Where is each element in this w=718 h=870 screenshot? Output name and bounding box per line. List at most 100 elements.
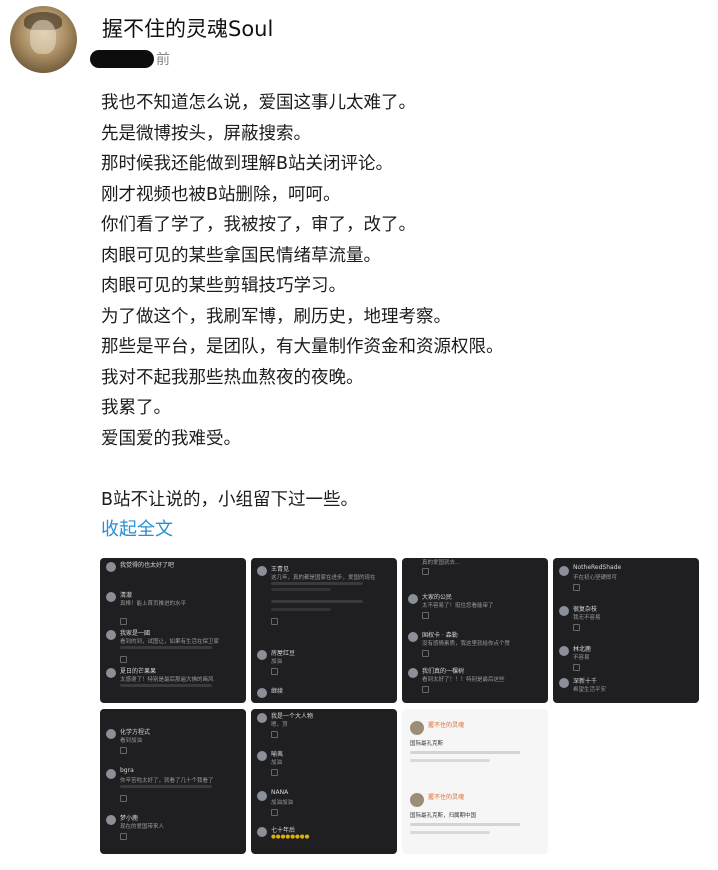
- username[interactable]: 握不住的灵魂Soul: [102, 13, 273, 43]
- comment-text: 加油: [271, 760, 283, 766]
- comment-text: 你辛苦啦太好了，就看了几十个我看了: [120, 778, 214, 784]
- post-time: 前: [90, 49, 170, 69]
- post-author: 握不住的灵魂: [428, 722, 465, 729]
- text-line: [410, 831, 490, 834]
- commenter-name: 很复杂枝: [573, 606, 598, 613]
- comment: NotheRedShade 不在初心坚硬即可: [559, 564, 693, 598]
- text-line: [120, 684, 212, 687]
- post-line: 你们看了学了，我被按了，审了，改了。: [101, 215, 416, 235]
- redacted-time: [90, 50, 154, 68]
- post-line: 我累了。: [101, 398, 171, 418]
- comment: 我们真的一棵树 看到太好了！！！特别是最后这些: [408, 666, 542, 700]
- embedded-post: 握不住的灵魂国际最孔克斯: [408, 717, 542, 783]
- comment: 王青见这几年，真的都是国家在进步，爱国的现在: [257, 564, 391, 630]
- comment-text: 现在的爱国带来人: [120, 824, 165, 830]
- commenter-avatar: [408, 594, 418, 604]
- commenter-name: bgra: [120, 767, 134, 774]
- commenter-avatar: [106, 729, 116, 739]
- post-line: 我对不起我那些热血熬夜的夜晚。: [101, 367, 364, 388]
- like-icon: [422, 650, 429, 657]
- like-icon: [422, 612, 429, 619]
- comment-text: 我无不容易: [573, 615, 601, 621]
- like-icon: [422, 686, 429, 693]
- avatar[interactable]: [10, 6, 77, 73]
- comment: 房屋红豆 加油: [257, 648, 391, 682]
- comment-screenshot-image[interactable]: 真的爱国就去... 大家的公民 太不容易了！挺住您看能审了 国权卡 · 森勒 没有感…: [402, 558, 548, 703]
- text-line: [410, 751, 520, 754]
- comment: 我是一个大人物 嗯，顶: [257, 711, 391, 745]
- like-icon: [271, 731, 278, 738]
- commenter-name: 王青见: [271, 566, 290, 573]
- commenter-name: 林北鹿: [573, 646, 592, 653]
- commenter-avatar: [106, 769, 116, 779]
- post-line: 我也不知道怎么说，爱国这事儿太难了。: [101, 93, 416, 113]
- like-icon: [120, 833, 127, 840]
- like-icon: [120, 618, 127, 625]
- comment-screenshot-image[interactable]: 我是一个大人物 嗯，顶 喻夷 加油 NANA 加油加油 七十年后 ●●●●●●●●: [251, 709, 397, 854]
- comment-screenshot-image[interactable]: 化学方程式 看到加油 bgra 你辛苦啦太好了，就看了几十个我看了 梦小鹿 现在的爱国…: [100, 709, 246, 854]
- comment-screenshot-image[interactable]: 王青见这几年，真的都是国家在进步，爱国的现在 房屋红豆 加油 继续: [251, 558, 397, 703]
- text-line: [271, 588, 331, 591]
- commenter-name: 化学方程式: [120, 729, 151, 736]
- commenter-avatar: [106, 815, 116, 825]
- post-line: 为了做这个，我刷军博，刷历史，地理考察。: [101, 306, 451, 327]
- comment-text: 太不容易了！挺住您看能审了: [422, 603, 494, 609]
- post-text: 国际最孔克斯: [410, 741, 444, 747]
- commenter-name: 清澈: [120, 592, 133, 599]
- post-line: 那时候我还能做到理解B站关闭评论。: [101, 154, 394, 174]
- comment: 七十年后 ●●●●●●●●: [257, 825, 391, 854]
- commenter-avatar: [559, 646, 569, 656]
- commenter-avatar: [106, 562, 116, 572]
- commenter-avatar: [257, 566, 267, 576]
- post-line: 那些是平台，是团队，有大量制作资金和资源权限。: [101, 337, 504, 357]
- text-line: [271, 582, 363, 585]
- like-icon: [271, 618, 278, 625]
- post-screenshot-image[interactable]: 握不住的灵魂国际最孔克斯 握不住的灵魂国际最孔克斯，归属期中国: [402, 709, 548, 854]
- post-line: 肉眼可见的某些剪辑技巧学习。: [101, 276, 346, 296]
- collapse-text-link[interactable]: 收起全文: [101, 515, 701, 545]
- commenter-name: 七十年后: [271, 827, 296, 834]
- commenter-avatar: [559, 606, 569, 616]
- like-icon: [120, 747, 127, 754]
- commenter-avatar: [257, 751, 267, 761]
- comment-text: 太感谢了！特别是最后那遍大佛的画风: [120, 677, 214, 683]
- commenter-avatar: [408, 668, 418, 678]
- comment-text: 加油加油: [271, 800, 294, 806]
- commenter-name: 我们真的一棵树: [422, 668, 465, 675]
- comment-text: 没有感情素质，我这里就给你点个赞: [422, 641, 511, 647]
- post-avatar: [410, 793, 424, 807]
- comment: 化学方程式 看到加油: [106, 727, 240, 761]
- commenter-avatar: [257, 650, 267, 660]
- comment: 继续: [257, 686, 391, 703]
- text-line: [271, 608, 331, 611]
- comment: 真的爱国就去...: [408, 558, 542, 592]
- comment-text: 真的爱国就去...: [422, 560, 461, 566]
- post-line: 先是微博按头，屏蔽搜索。: [101, 123, 311, 144]
- commenter-avatar: [559, 566, 569, 576]
- comment-text: 不容易: [573, 655, 590, 661]
- comment: NANA 加油加油: [257, 789, 391, 823]
- post-line: 爱国爱的我难受。: [101, 428, 241, 449]
- commenter-name: NANA: [271, 789, 289, 796]
- comment-text: 这几年，真的都是国家在进步，爱国的现在: [271, 575, 376, 581]
- comment-screenshot-image[interactable]: 我觉得的也太好了吧 清澈 真棒！能上首页推进的水平 我家是一國 看到的到，试图让，如…: [100, 558, 246, 703]
- text-line: [410, 823, 520, 826]
- commenter-name: 我觉得的也太好了吧: [120, 562, 175, 569]
- comment: 深新十千 希望生活平安: [559, 676, 693, 703]
- post-text: 国际最孔克斯，归属期中国: [410, 813, 477, 819]
- like-icon: [573, 624, 580, 631]
- like-icon: [573, 584, 580, 591]
- commenter-avatar: [408, 632, 418, 642]
- comment: 我觉得的也太好了吧: [106, 560, 240, 594]
- comment-screenshot-image[interactable]: NotheRedShade 不在初心坚硬即可 很复杂枝我无不容易 林北鹿不容易 深…: [553, 558, 699, 703]
- commenter-name: 我家是一國: [120, 630, 151, 637]
- post-line: 肉眼可见的某些拿国民情绪草流量。: [101, 245, 381, 266]
- commenter-name: 继续: [271, 688, 284, 695]
- comment: 很复杂枝 我无不容易: [559, 604, 693, 638]
- commenter-avatar: [257, 827, 267, 837]
- commenter-name: 大家的公民: [422, 594, 453, 601]
- commenter-avatar: [106, 668, 116, 678]
- comment-text: 真棒！能上首页推进的水平: [120, 601, 187, 607]
- commenter-avatar: [559, 678, 569, 688]
- text-line: [120, 646, 212, 649]
